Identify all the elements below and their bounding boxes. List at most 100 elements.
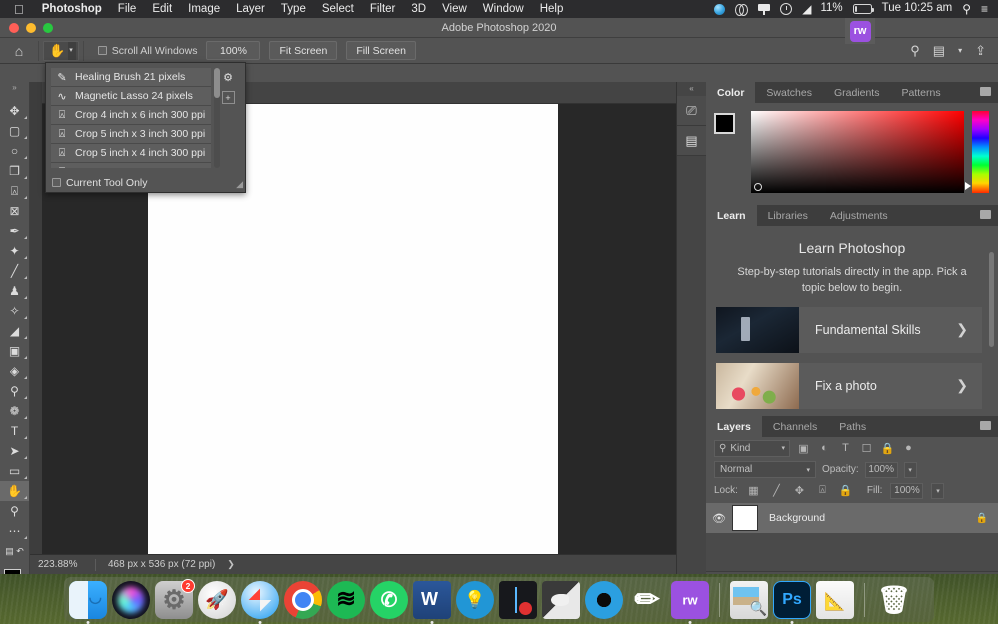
panel-menu-icon[interactable] — [980, 421, 991, 430]
dock-item-launchpad[interactable] — [198, 581, 236, 619]
clone-stamp-tool[interactable]: ♟ — [0, 281, 29, 301]
tab-patterns[interactable]: Patterns — [890, 82, 951, 103]
path-selection-tool[interactable]: ➤ — [0, 441, 29, 461]
scroll-all-windows-checkbox[interactable]: Scroll All Windows — [98, 45, 198, 57]
dock-item-microsoft-word[interactable] — [413, 581, 451, 619]
checkbox-box[interactable] — [98, 46, 107, 55]
gear-icon[interactable]: ⚙ — [213, 67, 243, 87]
lock-all-icon[interactable]: 🔒 — [838, 484, 853, 497]
edit-toolbar-tool[interactable]: ⋯ — [0, 521, 29, 541]
chevron-down-icon[interactable]: ▾ — [806, 466, 810, 474]
spotlight-search-icon[interactable]: ⚲ — [962, 3, 971, 15]
clock-label[interactable]: Tue 10:25 am — [882, 3, 953, 15]
apple-logo-icon[interactable]:  — [14, 3, 24, 16]
type-filter-icon[interactable]: T — [838, 442, 853, 454]
tab-libraries[interactable]: Libraries — [757, 205, 819, 226]
lock-position-icon[interactable]: ✥ — [792, 484, 807, 497]
chevron-right-icon[interactable]: ❯ — [956, 377, 982, 394]
menu-item-edit[interactable]: Edit — [144, 3, 180, 15]
double-chevron-left-icon[interactable]: « — [677, 82, 706, 96]
tab-channels[interactable]: Channels — [762, 416, 828, 437]
dock-item-safari[interactable] — [241, 581, 279, 619]
blur-tool[interactable]: ◈ — [0, 361, 29, 381]
creative-cloud-icon[interactable] — [735, 3, 748, 15]
list-item[interactable]: ✎ Healing Brush 21 pixels — [51, 68, 211, 87]
menu-item-filter[interactable]: Filter — [362, 3, 404, 15]
menu-item-3d[interactable]: 3D — [403, 3, 434, 15]
learn-card-fundamental-skills[interactable]: Fundamental Skills ❯ — [716, 307, 982, 353]
lasso-tool[interactable]: ○ — [0, 141, 29, 161]
menu-item-select[interactable]: Select — [314, 3, 362, 15]
list-item[interactable]: ⍓ Crop 4 inch x 6 inch 300 ppi — [51, 106, 211, 125]
gradient-tool[interactable]: ▣ — [0, 341, 29, 361]
smart-object-filter-icon[interactable]: 🔒 — [880, 442, 895, 455]
layer-visibility-icon[interactable]: 👁 — [706, 512, 732, 525]
eyedropper-tool[interactable]: ✒ — [0, 221, 29, 241]
menu-item-window[interactable]: Window — [475, 3, 532, 15]
blend-mode-select[interactable]: Normal ▾ — [714, 461, 816, 478]
lock-image-pixels-icon[interactable]: ╱ — [769, 484, 784, 497]
spot-healing-brush-tool[interactable]: ✦ — [0, 241, 29, 261]
menu-item-image[interactable]: Image — [180, 3, 228, 15]
brush-tool[interactable]: ╱ — [0, 261, 29, 281]
flag-icon[interactable] — [758, 4, 770, 15]
menu-item-view[interactable]: View — [434, 3, 475, 15]
hue-slider-marker[interactable] — [965, 182, 971, 190]
list-item[interactable]: ⍓ Crop 5 inch x 4 inch 300 ppi — [51, 144, 211, 163]
color-field-cursor[interactable] — [754, 183, 762, 191]
chevron-right-icon[interactable]: ❯ — [956, 321, 982, 338]
fit-screen-button[interactable]: Fit Screen — [269, 41, 337, 60]
history-panel-icon[interactable]: ⎚ — [677, 96, 706, 126]
pixel-filter-icon[interactable]: ▣ — [796, 442, 811, 455]
layer-thumbnail[interactable] — [732, 505, 758, 531]
dock-item-pencil-app[interactable] — [628, 581, 666, 619]
menu-item-photoshop[interactable]: Photoshop — [34, 3, 110, 15]
hand-tool[interactable]: ✋ — [0, 481, 29, 501]
zoom-100-button[interactable]: 100% — [206, 41, 260, 60]
tab-layers[interactable]: Layers — [706, 416, 762, 437]
type-tool[interactable]: T — [0, 421, 29, 441]
chevron-right-icon[interactable]: ❯ — [215, 559, 235, 570]
learn-panel-scrollbar[interactable] — [989, 252, 994, 347]
rectangular-marquee-tool[interactable]: ▢ — [0, 121, 29, 141]
rectangle-tool[interactable]: ▭ — [0, 461, 29, 481]
list-item-partial[interactable]: ⍓ — [51, 163, 211, 168]
layer-name[interactable]: Background — [758, 512, 976, 524]
dock-item-trash[interactable] — [875, 581, 913, 619]
share-icon[interactable]: ⇪ — [975, 43, 986, 59]
globe-icon[interactable] — [714, 4, 725, 15]
dock-item-google-chrome[interactable] — [284, 581, 322, 619]
pen-tool[interactable]: ❁ — [0, 401, 29, 421]
panel-menu-icon[interactable] — [980, 87, 991, 96]
eraser-tool[interactable]: ◢ — [0, 321, 29, 341]
new-preset-icon[interactable]: + — [222, 91, 235, 104]
menu-item-layer[interactable]: Layer — [228, 3, 273, 15]
fill-screen-button[interactable]: Fill Screen — [346, 41, 416, 60]
opacity-value[interactable]: 100% — [865, 462, 898, 478]
tab-paths[interactable]: Paths — [828, 416, 877, 437]
dock-item-preview[interactable] — [730, 581, 768, 619]
foreground-color-swatch[interactable] — [714, 113, 735, 134]
filter-toggle-icon[interactable]: ● — [901, 442, 916, 454]
adjustment-filter-icon[interactable]: ◐ — [817, 442, 832, 454]
crop-tool[interactable]: ⍓ — [0, 181, 29, 201]
chevron-down-icon[interactable]: ▾ — [68, 42, 76, 60]
panel-menu-icon[interactable] — [980, 210, 991, 219]
dock-item-whatsapp[interactable] — [370, 581, 408, 619]
lock-transparent-pixels-icon[interactable]: ▦ — [746, 484, 761, 497]
object-selection-tool[interactable]: ❐ — [0, 161, 29, 181]
opacity-stepper[interactable]: ▾ — [904, 462, 917, 478]
zoom-tool[interactable]: ⚲ — [0, 501, 29, 521]
tab-adjustments[interactable]: Adjustments — [819, 205, 899, 226]
dock-item-rw-app[interactable] — [671, 581, 709, 619]
fill-stepper[interactable]: ▾ — [931, 483, 944, 499]
menu-item-type[interactable]: Type — [273, 3, 314, 15]
hue-slider[interactable] — [972, 111, 989, 193]
resize-grip-icon[interactable]: ◢ — [236, 179, 243, 190]
dock-item-audio-recorder[interactable] — [499, 581, 537, 619]
layer-kind-filter[interactable]: ⚲ Kind ▾ — [714, 440, 790, 457]
list-item[interactable]: ⍓ Crop 5 inch x 3 inch 300 ppi — [51, 125, 211, 144]
battery-icon[interactable] — [853, 4, 872, 14]
dock-item-photoshop[interactable] — [773, 581, 811, 619]
dock-item-system-preferences[interactable]: 2 — [155, 581, 193, 619]
